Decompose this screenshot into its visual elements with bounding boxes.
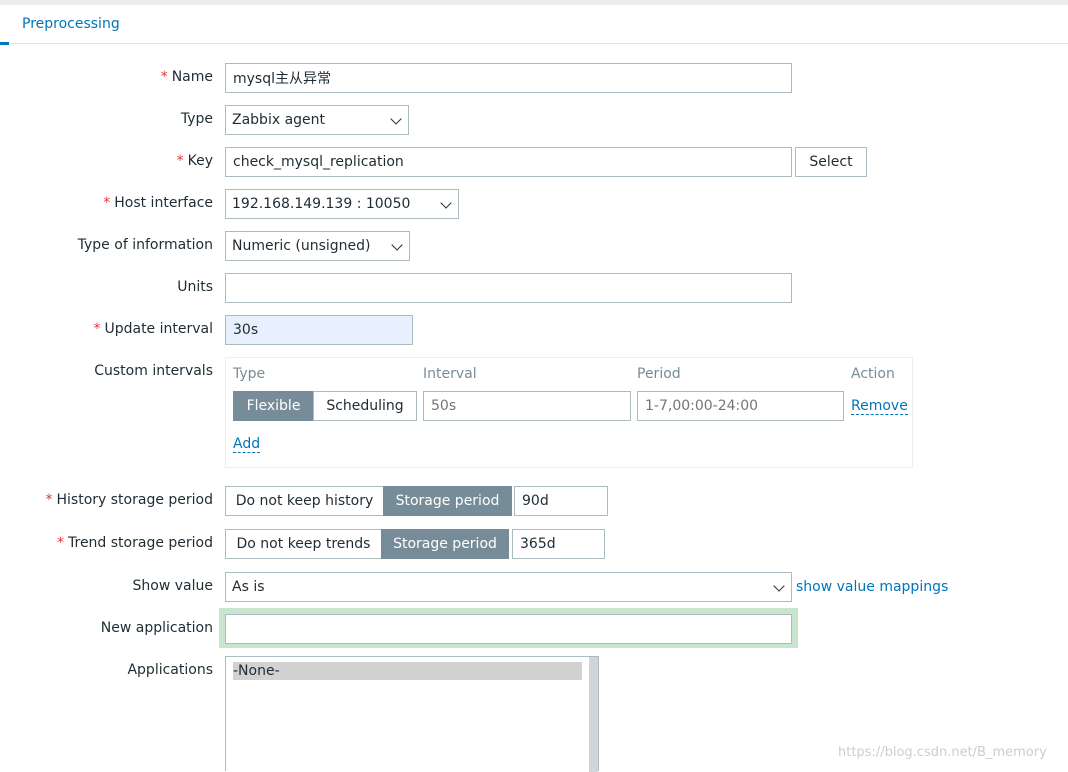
show-value-value: As is (232, 579, 265, 595)
key-label: * Key (176, 153, 213, 169)
custom-interval-input[interactable] (423, 391, 631, 421)
type-label: Type (180, 111, 213, 127)
applications-option[interactable]: -None- (233, 662, 582, 680)
type-of-information-value: Numeric (unsigned) (232, 238, 371, 254)
units-input[interactable] (225, 273, 792, 303)
required-marker: * (57, 535, 64, 551)
add-interval-link[interactable]: Add (233, 436, 261, 453)
units-label: Units (177, 279, 213, 295)
watermark: https://blog.csdn.net/B_memory (838, 745, 1047, 760)
chevron-down-icon (390, 113, 402, 125)
do-not-keep-history-toggle[interactable]: Do not keep history (225, 486, 384, 516)
chevron-down-icon (773, 580, 785, 592)
show-value-select[interactable]: As is (225, 572, 792, 602)
host-interface-label: * Host interface (103, 195, 213, 211)
ci-header-interval: Interval (423, 366, 477, 382)
key-select-button[interactable]: Select (795, 147, 867, 177)
trend-period-input[interactable] (512, 529, 605, 559)
required-marker: * (103, 195, 111, 211)
type-select[interactable]: Zabbix agent (225, 105, 409, 135)
history-period-input[interactable] (514, 486, 608, 516)
required-marker: * (93, 321, 101, 337)
tab-underline (0, 42, 9, 45)
new-application-label: New application (100, 620, 213, 636)
custom-intervals-label: Custom intervals (94, 363, 213, 379)
show-value-mappings-link[interactable]: show value mappings (796, 579, 948, 595)
trend-storage-period-toggle[interactable]: Storage period (381, 529, 509, 559)
name-label: * Name (160, 69, 213, 85)
history-storage-label: * History storage period (45, 492, 214, 508)
ci-header-period: Period (637, 366, 681, 382)
name-input[interactable] (225, 63, 792, 93)
do-not-keep-trends-toggle[interactable]: Do not keep trends (225, 529, 382, 559)
custom-period-input[interactable] (637, 391, 844, 421)
ci-header-action: Action (851, 366, 895, 382)
required-marker: * (160, 69, 168, 85)
remove-interval-link[interactable]: Remove (851, 398, 908, 415)
host-interface-value: 192.168.149.139 : 10050 (232, 196, 411, 212)
update-interval-label: * Update interval (93, 321, 213, 337)
type-select-value: Zabbix agent (232, 112, 326, 128)
show-value-label: Show value (132, 578, 213, 594)
history-storage-period-toggle[interactable]: Storage period (383, 486, 512, 516)
tab-preprocessing[interactable]: Preprocessing (22, 16, 120, 32)
type-of-information-label: Type of information (77, 237, 213, 253)
ci-header-type: Type (233, 366, 266, 382)
chevron-down-icon (440, 197, 452, 209)
flexible-toggle[interactable]: Flexible (233, 391, 314, 421)
applications-listbox[interactable]: -None- (225, 656, 599, 772)
required-marker: * (45, 492, 53, 508)
key-input[interactable] (225, 147, 792, 177)
trend-storage-label: * Trend storage period (57, 535, 213, 551)
update-interval-input[interactable] (225, 315, 413, 345)
scheduling-toggle[interactable]: Scheduling (313, 391, 417, 421)
listbox-scrollbar[interactable] (589, 657, 598, 772)
chevron-down-icon (391, 239, 403, 251)
required-marker: * (176, 153, 184, 169)
tab-bar: Preprocessing (0, 5, 1068, 45)
new-application-input[interactable] (225, 614, 792, 644)
type-of-information-select[interactable]: Numeric (unsigned) (225, 231, 410, 261)
applications-label: Applications (127, 662, 213, 678)
host-interface-select[interactable]: 192.168.149.139 : 10050 (225, 189, 459, 219)
